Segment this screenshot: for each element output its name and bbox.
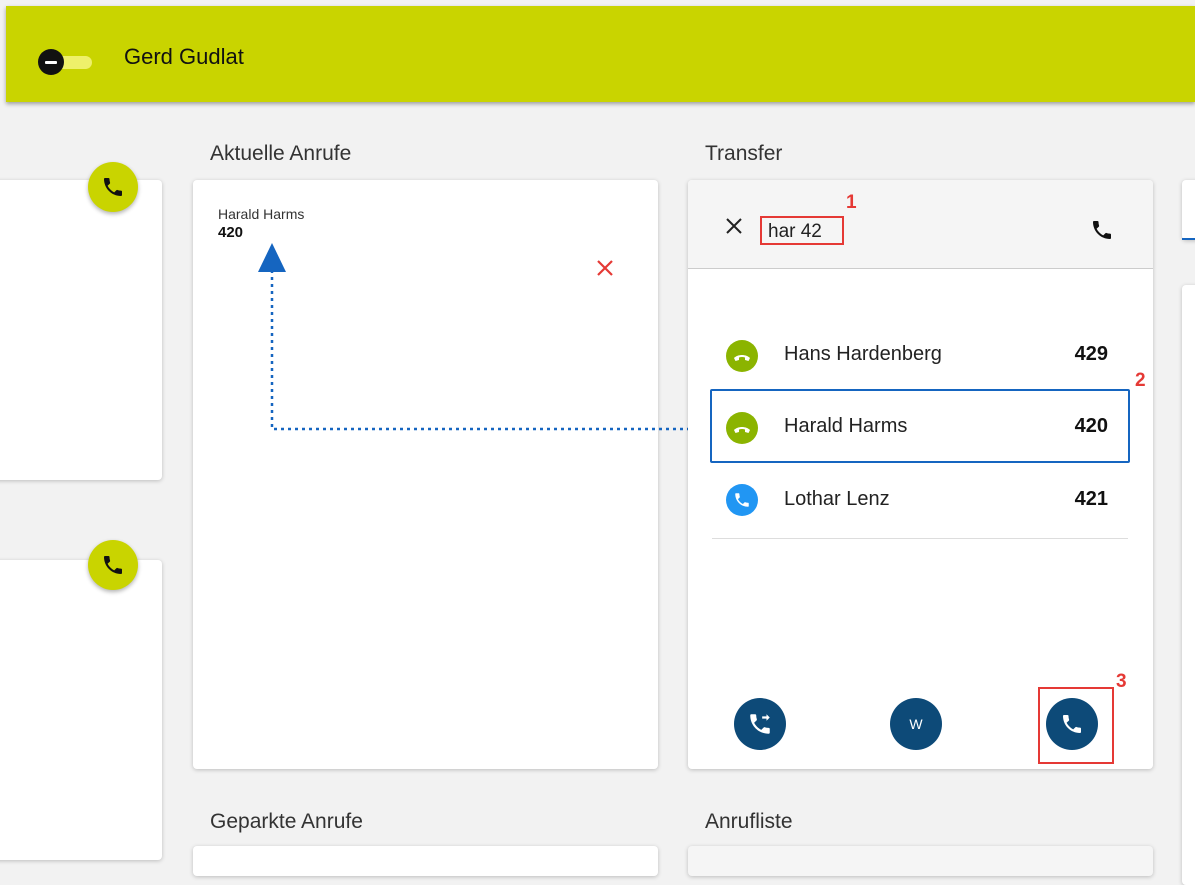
transfer-search-input[interactable] <box>760 216 844 245</box>
w-action-button[interactable]: W <box>890 698 942 750</box>
contact-extension: 420 <box>1074 415 1108 437</box>
step-marker-1: 1 <box>846 192 857 213</box>
call-list-title: Anrufliste <box>705 810 793 833</box>
results-divider <box>712 538 1128 539</box>
available-status-icon <box>726 412 758 444</box>
close-icon <box>726 218 742 234</box>
parked-calls-title: Geparkte Anrufe <box>210 810 363 833</box>
transfer-search-bar <box>688 180 1153 269</box>
transfer-result-item[interactable]: Hans Hardenberg 429 <box>710 317 1130 391</box>
transfer-result-item-selected[interactable]: Harald Harms 420 <box>710 389 1130 463</box>
parked-calls-card <box>193 846 658 876</box>
incoming-call-icon <box>726 484 758 516</box>
clear-search-button[interactable] <box>724 216 744 241</box>
contact-name: Harald Harms <box>784 415 908 437</box>
contact-name: Hans Hardenberg <box>784 343 942 365</box>
phone-icon <box>1093 221 1111 239</box>
call-list-card <box>688 846 1153 876</box>
phone-forward-icon <box>750 714 770 734</box>
step3-highlight <box>1038 687 1114 764</box>
transfer-result-item[interactable]: Lothar Lenz 421 <box>710 466 1130 540</box>
dial-search-button[interactable] <box>1090 218 1114 247</box>
right-panel-top <box>1182 180 1195 240</box>
right-panel-tab-indicator <box>1182 238 1195 240</box>
transfer-card: Hans Hardenberg 429 Harald Harms 420 Lot… <box>688 180 1153 769</box>
step-marker-2: 2 <box>1135 370 1146 391</box>
contact-extension: 429 <box>1074 343 1108 365</box>
contact-extension: 421 <box>1074 488 1108 510</box>
transfer-title: Transfer <box>705 142 783 165</box>
contact-name: Lothar Lenz <box>784 488 890 510</box>
attended-transfer-button[interactable] <box>734 698 786 750</box>
available-status-icon <box>726 340 758 372</box>
step-marker-3: 3 <box>1116 671 1127 692</box>
right-panel-bottom <box>1182 285 1195 885</box>
w-action-label: W <box>909 716 923 732</box>
